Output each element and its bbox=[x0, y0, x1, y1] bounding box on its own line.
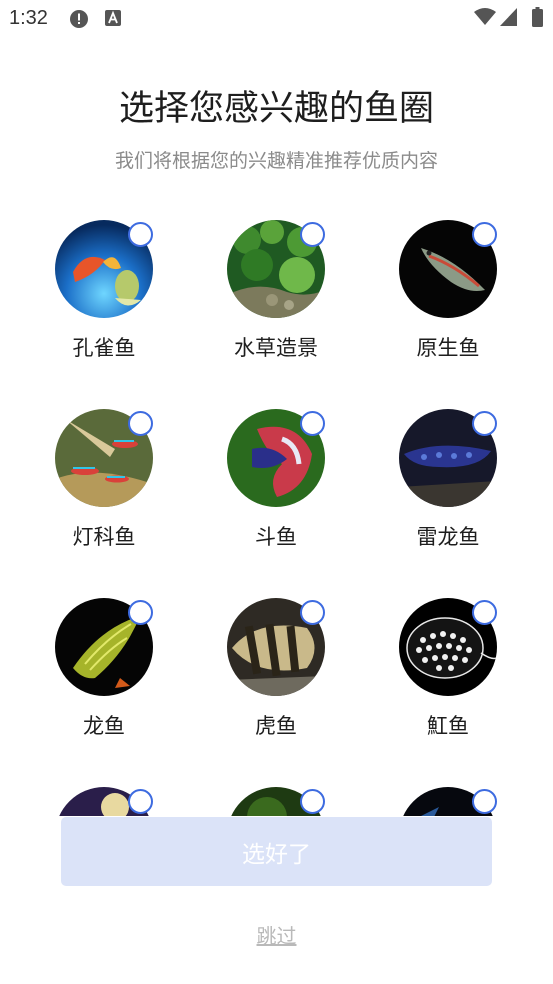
select-checkbox[interactable] bbox=[128, 222, 153, 247]
category-item-stingray[interactable]: 魟鱼 bbox=[358, 578, 538, 748]
select-checkbox[interactable] bbox=[128, 600, 153, 625]
category-item-betta[interactable]: 斗鱼 bbox=[186, 389, 366, 559]
select-checkbox[interactable] bbox=[300, 222, 325, 247]
category-label: 原生鱼 bbox=[416, 336, 480, 360]
select-checkbox[interactable] bbox=[472, 222, 497, 247]
select-checkbox[interactable] bbox=[300, 600, 325, 625]
select-checkbox[interactable] bbox=[128, 411, 153, 436]
alert-icon bbox=[69, 9, 89, 33]
category-item-tetra[interactable]: 灯科鱼 bbox=[14, 389, 194, 559]
wifi-icon bbox=[474, 8, 496, 30]
category-item-arowana[interactable]: 龙鱼 bbox=[14, 578, 194, 748]
select-checkbox[interactable] bbox=[300, 789, 325, 814]
category-item-snakehead[interactable]: 雷龙鱼 bbox=[358, 389, 538, 559]
category-label: 灯科鱼 bbox=[72, 525, 136, 549]
category-item[interactable] bbox=[14, 767, 194, 816]
category-label: 虎鱼 bbox=[255, 714, 297, 738]
category-label: 雷龙鱼 bbox=[416, 525, 480, 549]
category-item-tiger-fish[interactable]: 虎鱼 bbox=[186, 578, 366, 748]
signal-icon bbox=[500, 8, 517, 30]
skip-link[interactable]: 跳过 bbox=[0, 920, 553, 949]
status-time: 1:32 bbox=[9, 7, 48, 29]
select-checkbox[interactable] bbox=[128, 789, 153, 814]
category-label: 水草造景 bbox=[234, 336, 318, 360]
category-item[interactable] bbox=[358, 767, 538, 816]
select-checkbox[interactable] bbox=[472, 789, 497, 814]
battery-icon bbox=[532, 7, 543, 31]
category-grid[interactable]: 孔雀鱼 水草造景 原生鱼 灯科鱼 斗鱼 雷龙鱼 龙鱼 虎鱼 魟鱼 bbox=[0, 200, 553, 816]
a-icon bbox=[104, 9, 122, 31]
page-title: 选择您感兴趣的鱼圈 bbox=[118, 89, 434, 129]
category-label: 龙鱼 bbox=[83, 714, 125, 738]
category-label: 孔雀鱼 bbox=[72, 336, 136, 360]
category-label: 斗鱼 bbox=[255, 525, 297, 549]
confirm-button[interactable]: 选好了 bbox=[61, 817, 492, 886]
select-checkbox[interactable] bbox=[472, 411, 497, 436]
category-item[interactable] bbox=[186, 767, 366, 816]
select-checkbox[interactable] bbox=[472, 600, 497, 625]
select-checkbox[interactable] bbox=[300, 411, 325, 436]
category-item-native-fish[interactable]: 原生鱼 bbox=[358, 200, 538, 370]
page-subtitle: 我们将根据您的兴趣精准推荐优质内容 bbox=[114, 150, 438, 172]
category-item-aquascape[interactable]: 水草造景 bbox=[186, 200, 366, 370]
category-item-guppy[interactable]: 孔雀鱼 bbox=[14, 200, 194, 370]
category-label: 魟鱼 bbox=[427, 714, 469, 738]
status-bar: 1:32 bbox=[0, 0, 553, 36]
